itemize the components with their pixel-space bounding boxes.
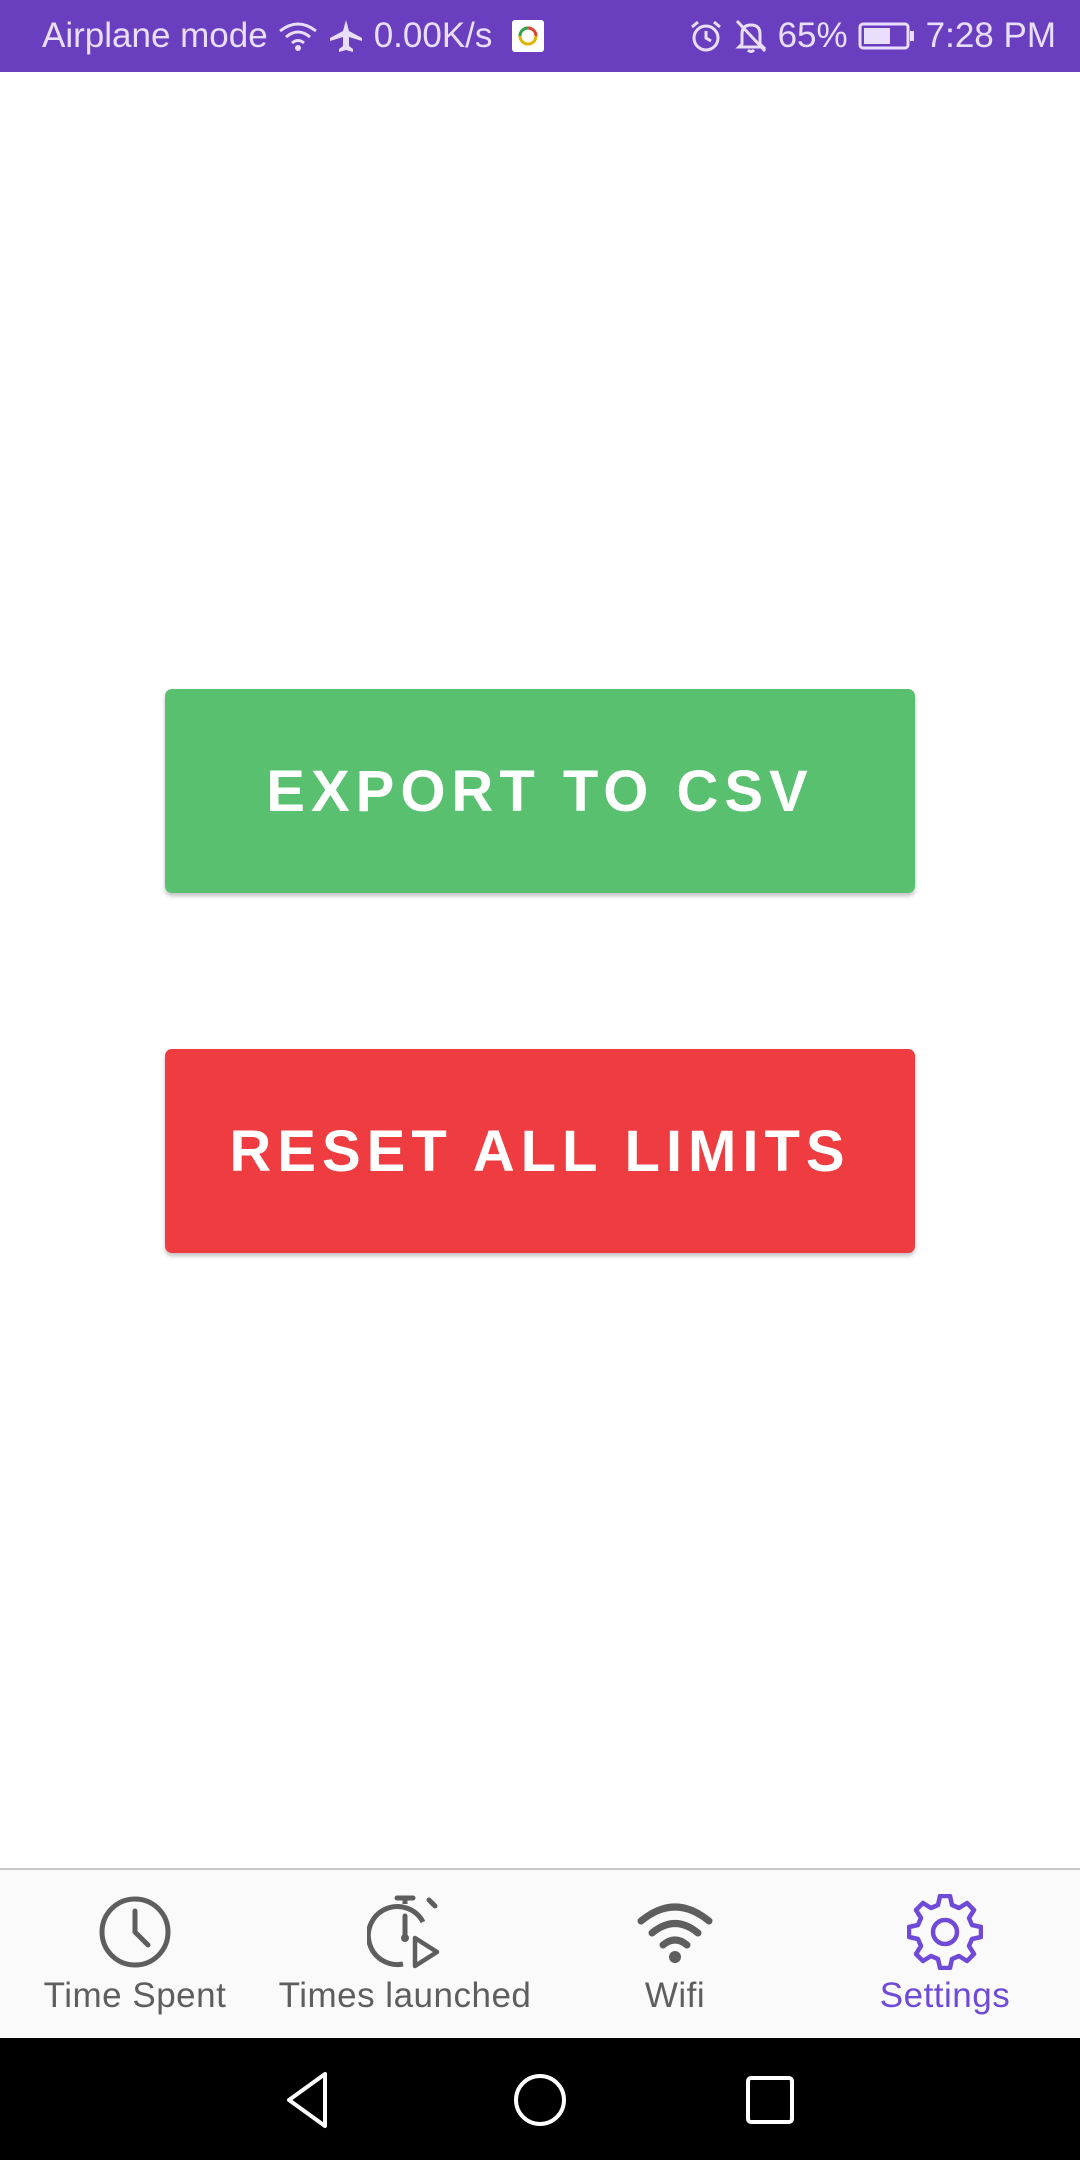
export-to-csv-button[interactable]: EXPORT TO CSV [165,689,915,893]
nav-wifi[interactable]: Wifi [540,1870,810,2038]
recents-icon[interactable] [738,2068,802,2132]
net-speed-text: 0.00K/s [373,16,493,55]
wifi-icon [278,19,318,53]
settings-content: EXPORT TO CSV RESET ALL LIMITS [0,72,1080,1868]
clock-icon [99,1896,171,1968]
battery-percent-text: 65% [777,16,848,55]
app-notification-icon [512,20,545,52]
nav-label-times-launched: Times launched [278,1976,532,2015]
bottom-navigation: Time Spent Times launched Wifi Settings [0,1868,1080,2038]
gear-icon [907,1894,983,1970]
battery-icon [858,21,916,51]
timer-play-icon [367,1895,440,1969]
nav-time-spent[interactable]: Time Spent [0,1870,270,2038]
home-icon[interactable] [508,2068,572,2132]
status-left: Airplane mode 0.00K/s [42,16,554,56]
status-bar: Airplane mode 0.00K/s 65% 7:28 PM [0,0,1080,72]
alarm-icon [688,18,724,54]
nav-times-launched[interactable]: Times launched [270,1870,540,2038]
status-right: 65% 7:28 PM [678,16,1056,56]
nav-label-settings: Settings [879,1976,1011,2015]
reset-all-limits-button[interactable]: RESET ALL LIMITS [165,1049,915,1253]
carrier-text: Airplane mode [42,16,268,55]
wifi-icon [637,1903,713,1963]
nav-label-wifi: Wifi [644,1976,706,2015]
system-navigation-bar [0,2038,1080,2160]
nav-settings[interactable]: Settings [810,1870,1080,2038]
nav-label-time-spent: Time Spent [43,1976,227,2015]
airplane-icon [328,18,364,54]
clock-text: 7:28 PM [925,16,1056,55]
bell-off-icon [734,18,768,54]
back-icon[interactable] [277,2068,341,2132]
